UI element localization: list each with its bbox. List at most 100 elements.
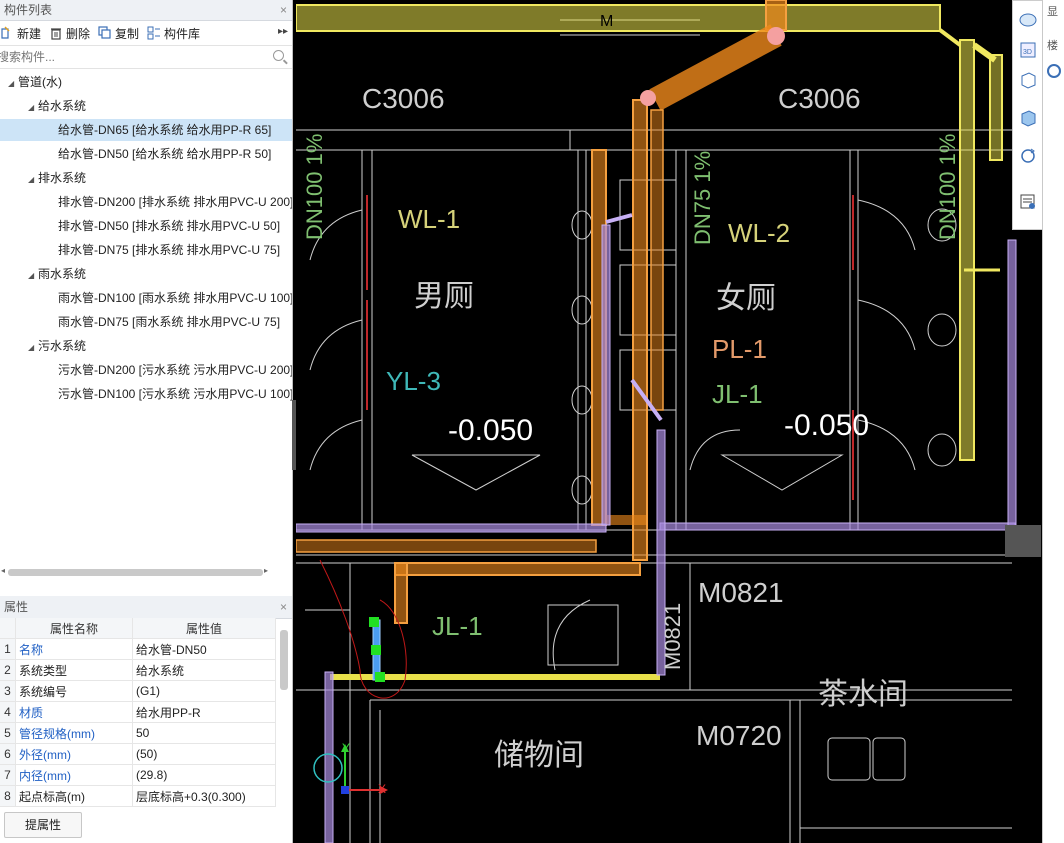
tree-item[interactable]: 排水管-DN200 [排水系统 排水用PVC-U 200]: [0, 191, 292, 213]
more-icon[interactable]: ▸▸: [278, 26, 288, 37]
room-name: 茶水间: [818, 678, 908, 711]
property-value[interactable]: (29.8): [132, 764, 276, 786]
close-icon[interactable]: ×: [280, 596, 287, 618]
purple-vertical-left[interactable]: [324, 671, 334, 843]
purple-vertical-right[interactable]: [1007, 239, 1017, 531]
grip-handle[interactable]: [369, 617, 379, 627]
tree-item-label: 排水管-DN75 [排水系统 排水用PVC-U 75]: [58, 243, 281, 257]
radio-icon[interactable]: [1047, 64, 1061, 78]
search-icon[interactable]: [273, 50, 284, 61]
elevation-label: -0.050: [784, 409, 869, 442]
copy-label: 复制: [115, 26, 140, 41]
water-riser-right[interactable]: [959, 39, 975, 461]
tree-group[interactable]: ◢ 雨水系统: [0, 263, 292, 285]
property-value[interactable]: 给水用PP-R: [132, 701, 276, 723]
tree-group-label: 雨水系统: [38, 267, 87, 281]
purple-horizontal-right[interactable]: [659, 522, 1016, 531]
rotate-icon[interactable]: [1019, 147, 1037, 165]
scrollbar-thumb[interactable]: [280, 630, 288, 690]
grip-handle[interactable]: [371, 645, 381, 655]
scrollbar-thumb[interactable]: [8, 569, 263, 576]
new-label: 新建: [17, 26, 42, 41]
new-icon: [0, 26, 14, 40]
door-label: M0821: [660, 603, 685, 670]
slope-label: DN75 1%: [690, 151, 715, 245]
3d-view-icon[interactable]: 3D: [1019, 41, 1037, 59]
row-number: 4: [0, 701, 16, 723]
expand-arrow-icon[interactable]: ◢: [8, 73, 18, 93]
property-name: 材质: [15, 701, 133, 723]
property-row[interactable]: 2 系统类型 给水系统: [0, 659, 276, 681]
tree-item-label: 污水管-DN100 [污水系统 污水用PVC-U 100]: [58, 387, 292, 401]
display-settings-icon[interactable]: [1019, 193, 1037, 211]
property-value[interactable]: 50: [132, 722, 276, 744]
scroll-left-icon[interactable]: ◂: [1, 566, 5, 575]
delete-button[interactable]: 删除: [49, 25, 90, 42]
tree-item[interactable]: 污水管-DN200 [污水系统 污水用PVC-U 200]: [0, 359, 292, 381]
tree-item[interactable]: 雨水管-DN75 [雨水系统 排水用PVC-U 75]: [0, 311, 292, 333]
property-row[interactable]: 7 内径(mm) (29.8): [0, 764, 276, 786]
tree-item[interactable]: 污水管-DN100 [污水系统 污水用PVC-U 100]: [0, 383, 292, 405]
property-row[interactable]: 8 起点标高(m) 层底标高+0.3(0.300): [0, 785, 276, 807]
tree-group-label: 排水系统: [38, 171, 87, 185]
properties-scrollbar[interactable]: [280, 630, 288, 800]
property-row[interactable]: 6 外径(mm) (50): [0, 743, 276, 765]
tree-horizontal-scrollbar[interactable]: ◂ ▸: [0, 566, 292, 580]
pipe-mark: M: [600, 13, 613, 30]
orbit-icon[interactable]: [1019, 11, 1037, 29]
row-number: 2: [0, 659, 16, 681]
close-icon[interactable]: ×: [280, 0, 287, 20]
library-button[interactable]: 构件库: [147, 25, 200, 42]
row-number: 8: [0, 785, 16, 807]
property-value[interactable]: 层底标高+0.3(0.300): [132, 785, 276, 807]
cad-drawing-canvas[interactable]: C3006 C3006 WL-1 WL-2 YL-3 PL-1 JL-1 JL-…: [296, 0, 1042, 843]
tree-group[interactable]: ◢ 排水系统: [0, 167, 292, 189]
tree-group[interactable]: ◢ 管道(水): [0, 71, 292, 93]
search-input[interactable]: [0, 46, 259, 68]
properties-title: 属性: [4, 600, 29, 614]
expand-arrow-icon[interactable]: ◢: [28, 97, 38, 117]
pipe-tag-yl3: YL-3: [386, 366, 441, 396]
scroll-right-icon[interactable]: ▸: [264, 566, 268, 575]
copy-button[interactable]: 复制: [98, 25, 139, 42]
tree-group[interactable]: ◢ 污水系统: [0, 335, 292, 357]
drain-horizontal[interactable]: [394, 562, 641, 576]
property-value-header: 属性值: [132, 618, 276, 639]
drain-vertical-main[interactable]: [632, 99, 648, 561]
tree-item[interactable]: 排水管-DN75 [排水系统 排水用PVC-U 75]: [0, 239, 292, 261]
expand-arrow-icon[interactable]: ◢: [28, 265, 38, 285]
tree-item[interactable]: 雨水管-DN100 [雨水系统 排水用PVC-U 100]: [0, 287, 292, 309]
property-row[interactable]: 1 名称 给水管-DN50: [0, 638, 276, 660]
property-row[interactable]: 5 管径规格(mm) 50: [0, 722, 276, 744]
expand-arrow-icon[interactable]: ◢: [28, 169, 38, 189]
extract-properties-button[interactable]: 提属性: [4, 812, 82, 838]
property-value[interactable]: 给水管-DN50: [132, 638, 276, 660]
cube-icon[interactable]: [1019, 71, 1037, 89]
axis-y-label: Y: [342, 741, 350, 755]
purple-horizontal-left[interactable]: [296, 523, 607, 533]
tree-item[interactable]: 排水管-DN50 [排水系统 排水用PVC-U 50]: [0, 215, 292, 237]
door-label: M0821: [698, 577, 784, 608]
property-value[interactable]: 给水系统: [132, 659, 276, 681]
component-list-title: 构件列表: [4, 3, 53, 17]
library-label: 构件库: [164, 26, 201, 41]
tree-group-label: 管道(水): [18, 75, 62, 89]
slope-label: DN100 1%: [935, 134, 960, 240]
tree-group[interactable]: ◢ 给水系统: [0, 95, 292, 117]
new-button[interactable]: 新建: [0, 25, 41, 42]
water-branch-right[interactable]: [989, 54, 1003, 161]
tree-item[interactable]: 给水管-DN50 [给水系统 给水用PP-R 50]: [0, 143, 292, 165]
water-main-horizontal[interactable]: [296, 4, 941, 32]
tree-item-label: 雨水管-DN75 [雨水系统 排水用PVC-U 75]: [58, 315, 281, 329]
property-value[interactable]: (G1): [132, 680, 276, 702]
expand-arrow-icon[interactable]: ◢: [28, 337, 38, 357]
property-value[interactable]: (50): [132, 743, 276, 765]
property-row[interactable]: 4 材质 给水用PP-R: [0, 701, 276, 723]
grip-handle[interactable]: [375, 672, 385, 682]
row-number-header: [0, 618, 16, 639]
room-name: 女厕: [716, 282, 776, 315]
cube-solid-icon[interactable]: [1019, 109, 1037, 127]
gray-block: [1005, 525, 1041, 557]
property-row[interactable]: 3 系统编号 (G1): [0, 680, 276, 702]
tree-item[interactable]: 给水管-DN65 [给水系统 给水用PP-R 65]: [0, 119, 292, 141]
